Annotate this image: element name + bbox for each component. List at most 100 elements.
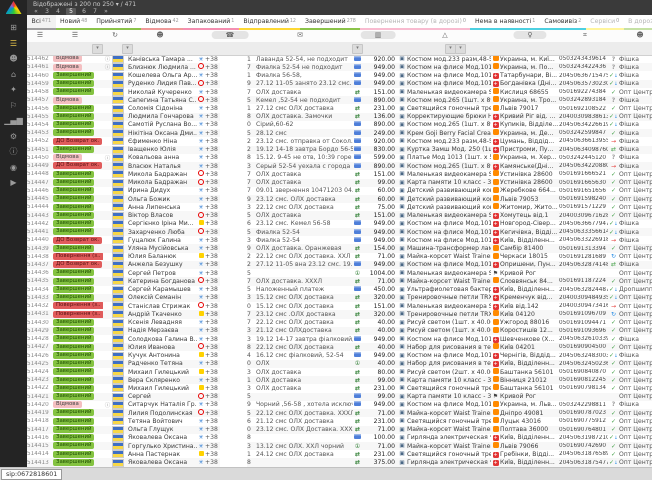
sip-call-link[interactable]: sip:0672818601 [1, 469, 62, 480]
dashboard-icon[interactable]: ⊞ [0, 20, 27, 36]
table-row[interactable]: 514450ВідмоваⓘКовальова анна✳+38815.12. … [27, 154, 652, 162]
status-tab[interactable]: Повернення товару (в дорозі)0 [360, 15, 470, 30]
status-tab[interactable]: Відправлений12 [239, 15, 301, 30]
pager-page-button[interactable]: 7 [92, 8, 98, 15]
status-tab[interactable]: Всі471 [27, 15, 56, 30]
column-filter-dropdown[interactable]: ▾ [92, 44, 103, 54]
table-row[interactable]: 514427ЗавершенийЮлия Иванова+38822.12 см… [27, 343, 652, 351]
table-row[interactable]: 514428ЗавершенийСолодкова Галина В...✳+3… [27, 335, 652, 343]
store-icon[interactable]: ⌂ [0, 67, 27, 83]
table-row[interactable]: 514425ЗавершенийРадченко Тетяна✳+380ОЛХ①… [27, 360, 652, 368]
column-filter-dropdown[interactable]: ▾ [455, 44, 466, 54]
status-tab[interactable]: Прийнятий7 [92, 15, 141, 30]
table-row[interactable]: 514449ДО Возврат ок.Власюк Наталья✳+383С… [27, 162, 652, 170]
browser-icon[interactable]: ◉ [0, 160, 27, 176]
app-logo-icon[interactable] [6, 1, 22, 14]
table-row[interactable]: 514455ЗавершенийЛюдмила Гончарова✳+388ОЛ… [27, 113, 652, 121]
table-row[interactable]: 514460ЗавершенийКошелева Ольга Ар...✳+38… [27, 71, 652, 79]
status-tab[interactable]: Завершений278 [300, 15, 360, 30]
table-row[interactable]: 514426ЗавершенийКучук Антонина+38416.12 … [27, 351, 652, 359]
pager-page-button[interactable]: 6 [81, 8, 87, 15]
table-row[interactable]: 514444ЗавершенийАнна Липенська✳+38322.12… [27, 203, 652, 211]
pager-page-button[interactable]: 4 [55, 8, 61, 15]
table-row[interactable]: 514435ЗавершенийКатерина Богданова+387ОЛ… [27, 277, 652, 285]
pager-last-button[interactable]: » [103, 8, 109, 15]
table-row[interactable]: 514442ЗавершенийСергієнко Іріна Ми...+38… [27, 220, 652, 228]
table-row[interactable]: 514439ЗавершенийУляна Мусійовська✳+389ОЛ… [27, 244, 652, 252]
table-row[interactable]: 514434ЗавершенийСергей Карамышев✳+385Нал… [27, 286, 652, 294]
col-payment-header[interactable]: ▥ [361, 31, 396, 39]
table-row[interactable]: 514446ЗавершенийИрина Дидух✳+38709.01 зв… [27, 187, 652, 195]
table-row[interactable]: 514453ЗавершенийНікітіна Оксана Дми...✳+… [27, 129, 652, 137]
table-row[interactable]: 514459ЗавершенийРуденко Лидия Пав...+389… [27, 80, 652, 88]
table-row[interactable]: 514421ЗавершенийСергей+38599.00▣Карта па… [27, 393, 652, 401]
table-row[interactable]: 514414ЗавершенийАнна Пастернак+38124.12 … [27, 450, 652, 458]
col-client-header[interactable]: ☻ [156, 31, 163, 39]
table-row[interactable]: 514418ЗавершенийТетяна Войтович✳+38621.1… [27, 417, 652, 425]
col-status-header[interactable]: ☰ [72, 31, 78, 39]
settings-icon[interactable]: ⚙ [0, 129, 27, 145]
table-row[interactable]: 514423ЗавершенийВера Скляренко✳+381ОЛХ д… [27, 376, 652, 384]
pagination-range-label[interactable]: Відображені з 200 по 250 ▾ / 471 [33, 1, 136, 8]
table-row[interactable]: 514437ДО Возврат ок.Анжела Безушку✳+3822… [27, 261, 652, 269]
col-order-id-header[interactable]: ☰ [37, 31, 43, 39]
column-filter-dropdown[interactable]: ▾ [122, 44, 133, 54]
table-row[interactable]: 514431Повернення (з..Андрій Ткаченко+387… [27, 310, 652, 318]
status-tab[interactable]: В дорозі додому0 [624, 15, 652, 30]
status-tab[interactable]: Самовивіз2 [540, 15, 586, 30]
table-row[interactable]: 514420ВідмоваⓘСитарчук Наталія Гр...✳+38… [27, 401, 652, 409]
pager-first-button[interactable]: « [33, 8, 39, 15]
table-row[interactable]: 514430ЗавершенийКсенія Левадняя✳+38722.1… [27, 319, 652, 327]
table-row[interactable]: 514451ЗавершенийІващенко Юлія✳+38219.12 … [27, 146, 652, 154]
contacts-icon[interactable]: ☻ [0, 51, 27, 67]
orders-icon[interactable]: ☰ [0, 36, 27, 52]
table-row[interactable]: 514454ЗавершенийСамотій Руслана Во...✳+3… [27, 121, 652, 129]
col-status-change-header[interactable]: ↻ [112, 31, 118, 39]
table-row[interactable]: 514417ЗавершенийОльга Глущук✳+38023.12 с… [27, 426, 652, 434]
table-row[interactable]: 514413ЗавершенийЯковалева Оксана✳+388⇄37… [27, 458, 652, 466]
pager-page-button[interactable]: 3 [44, 8, 50, 15]
status-tab[interactable]: Відмова42 [141, 15, 183, 30]
col-manager-header[interactable]: ☻ [636, 31, 643, 39]
stats-icon[interactable]: ▁▄▆ [0, 113, 27, 129]
marketing-icon[interactable]: ⚐ [0, 98, 27, 114]
table-row[interactable]: 514456ЗавершенийСоломія Сідоніна✳+38127.… [27, 104, 652, 112]
info-icon[interactable]: ⓘ [0, 144, 27, 160]
table-row[interactable]: 514461ВідмоваⓘБлизнюк Людмила ...+387Фиа… [27, 63, 652, 71]
table-row[interactable]: 514416ЗавершенийЯковалева Оксана✳+388100… [27, 434, 652, 442]
col-comment-header[interactable]: ✉ [297, 31, 303, 39]
status-tab[interactable]: Сервіси0 [586, 15, 624, 30]
table-row[interactable]: 514438Повернення (з..Юлия Баланюк+38222.… [27, 253, 652, 261]
table-row[interactable]: 514419ЗавершенийЛилия Подолинская+38522.… [27, 409, 652, 417]
table-row[interactable]: 514447ЗавершенийМикола Бадражан+387ОЛХ д… [27, 179, 652, 187]
pager-page-button[interactable]: 5 [66, 8, 76, 15]
table-row[interactable]: 514441ЗавершенийЗахарченко Люба+385Фиалк… [27, 228, 652, 236]
table-row[interactable]: 514457ВідмоваСапегина Татьяна С...+385Ке… [27, 96, 652, 104]
table-row[interactable]: 514424ЗавершенийМихаил Гилецький+383ОЛХ … [27, 368, 652, 376]
table-row[interactable]: 514415ЗавершенийГоргулько Христина...✳+3… [27, 442, 652, 450]
table-row[interactable]: 514433ЗавершенийОлексій Семанін✳+38315.1… [27, 294, 652, 302]
col-phone-header[interactable]: ☎ [212, 31, 249, 39]
video-icon[interactable]: ▶ [0, 175, 27, 191]
product-box-icon: ▣ [397, 369, 407, 375]
status-tab[interactable]: Нема в наявності1 [470, 15, 539, 30]
table-row[interactable]: 514445ЗавершенийОльга Божик✳+38923.12 см… [27, 195, 652, 203]
table-row[interactable]: 514422ЗавершенийМихаил Гилецький+383ОЛХ … [27, 384, 652, 392]
col-ttn-header[interactable]: ⌗ [583, 31, 587, 40]
col-products-header[interactable]: △ [442, 31, 447, 39]
table-row[interactable]: 514448ЗавершенийМикола Бадражан+387ОЛХ д… [27, 170, 652, 178]
table-row[interactable]: 514462ВідмоваⓘКанівська Тамара ...✳+381Л… [27, 55, 652, 63]
status-tab[interactable]: Запакований1 [183, 15, 239, 30]
status-tab[interactable]: Новий48 [56, 15, 92, 30]
col-delivery-header[interactable]: ♀ [513, 31, 546, 39]
table-row[interactable]: 514443ЗавершенийВіктор Власов+385ОЛХ дос… [27, 211, 652, 219]
table-row[interactable]: 514436ЗавершенийСергей Петров✳+385①1004.… [27, 269, 652, 277]
country-flag-cell [112, 55, 128, 63]
table-row[interactable]: 514452ДО Возврат ок.Єфименко Ніна✳+38223… [27, 137, 652, 145]
table-row[interactable]: 514429ЗавершенийНадія Мерзаєва✳+38321.12… [27, 327, 652, 335]
table-row[interactable]: 514432Повернення (з..Станіслав Стрижак+3… [27, 302, 652, 310]
column-filter-dropdown[interactable]: ▾ [352, 44, 363, 54]
cart-icon[interactable]: ✦ [0, 82, 27, 98]
table-row[interactable]: 514440ДО Возврат ок.Гуцалюк Галина✳+383Ф… [27, 236, 652, 244]
table-row[interactable]: 514458ЗавершенийНиколай Кучеренко✳+387ОЛ… [27, 88, 652, 96]
